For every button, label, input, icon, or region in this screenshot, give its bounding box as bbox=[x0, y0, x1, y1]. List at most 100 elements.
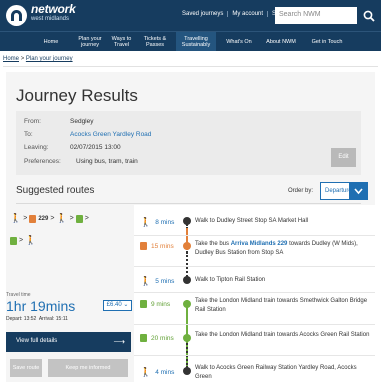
walk-icon: 🚶 bbox=[56, 213, 68, 223]
breadcrumb-current[interactable]: Plan your journey bbox=[26, 56, 73, 62]
nav-travelling-sustainably[interactable]: Travelling Sustainably bbox=[176, 32, 216, 51]
search-icon bbox=[363, 10, 375, 22]
bus-route-link[interactable]: Arriva Midlands 229 bbox=[231, 241, 288, 247]
leg-4-duration: 9 mins bbox=[151, 300, 171, 308]
search-input[interactable]: Search NWM bbox=[275, 7, 357, 24]
page-title: Journey Results bbox=[16, 86, 138, 105]
walk-icon: 🚶 bbox=[140, 217, 152, 227]
leg-2-duration: 15 mins bbox=[151, 242, 174, 250]
depart-label: Depart: bbox=[6, 316, 23, 322]
chevron-right-icon: > bbox=[50, 215, 55, 222]
leaving-value: 02/07/2015 13:00 bbox=[70, 144, 121, 151]
leg-3-stop-dot bbox=[183, 276, 191, 284]
leg-4-instruction: Take the London Midland train towards Sm… bbox=[195, 298, 368, 313]
preferences-value: Using bus, tram, train bbox=[76, 158, 138, 165]
network-logo-icon[interactable] bbox=[6, 5, 27, 26]
leg-2-instruction: Take the bus Arriva Midlands 229 towards… bbox=[195, 240, 373, 258]
keep-me-informed-button[interactable]: Keep me informed bbox=[48, 359, 128, 377]
leg-1-duration: 8 mins bbox=[155, 219, 175, 226]
from-label: From: bbox=[24, 118, 41, 125]
chevron-right-icon: > bbox=[23, 215, 28, 222]
leg-1-mode: 🚶 8 mins bbox=[140, 217, 174, 228]
mode-chain-row-1: 🚶 > 229 > 🚶 > > bbox=[10, 214, 89, 223]
leg-2-stop-dot bbox=[183, 242, 191, 250]
chevron-right-icon: > bbox=[84, 215, 89, 222]
suggested-routes-title: Suggested routes bbox=[16, 185, 95, 196]
preferences-label: Preferences: bbox=[24, 158, 61, 165]
brand-subtitle: west midlands bbox=[31, 16, 70, 22]
leg-4-mode: 9 mins bbox=[140, 300, 170, 308]
order-by-label: Order by: bbox=[288, 188, 314, 194]
fare-value: £6.40 bbox=[106, 302, 122, 308]
view-full-details-button[interactable]: View full details ⟶ bbox=[6, 332, 131, 352]
leg-3-mode: 🚶 5 mins bbox=[140, 276, 174, 287]
from-value: Sedgley bbox=[70, 118, 94, 125]
journey-details-box bbox=[16, 111, 361, 175]
leg-2-text-pre: Take the bus bbox=[195, 241, 231, 247]
leg-divider bbox=[134, 355, 375, 356]
leg-4-stop-dot bbox=[183, 300, 191, 308]
depart-time: 13:52 bbox=[23, 316, 37, 322]
bus-number: 229 bbox=[38, 215, 49, 222]
breadcrumb-separator: > bbox=[20, 56, 25, 62]
nav-home[interactable]: Home bbox=[33, 32, 69, 51]
save-route-button[interactable]: Save route bbox=[10, 359, 42, 377]
bus-icon bbox=[140, 242, 147, 250]
walk-icon: 🚶 bbox=[140, 276, 152, 286]
leg-3-duration: 5 mins bbox=[155, 278, 175, 285]
bus-icon bbox=[29, 214, 37, 223]
nav-get-in-touch[interactable]: Get in Touch bbox=[306, 32, 348, 51]
leg-6-mode: 🚶 4 mins bbox=[140, 367, 174, 378]
leg-divider bbox=[134, 266, 375, 267]
arrow-right-icon: ⟶ bbox=[113, 337, 125, 346]
search-button[interactable] bbox=[357, 3, 381, 29]
walk-connector bbox=[186, 340, 188, 368]
to-value: Acocks Green Yardley Road bbox=[70, 131, 152, 138]
leg-5-duration: 20 mins bbox=[151, 334, 174, 342]
train-icon bbox=[75, 214, 83, 223]
order-by-dropdown-button[interactable] bbox=[349, 182, 368, 200]
leg-5-mode: 20 mins bbox=[140, 334, 174, 342]
nav-ways-to-travel[interactable]: Ways to Travel bbox=[109, 32, 134, 51]
breadcrumb-divider bbox=[3, 66, 378, 67]
to-label: To: bbox=[24, 131, 33, 138]
leg-3-instruction: Walk to Tipton Rail Station bbox=[195, 277, 266, 283]
leg-6-duration: 4 mins bbox=[155, 369, 175, 376]
breadcrumb: Home > Plan your journey bbox=[3, 56, 73, 62]
leg-divider bbox=[134, 292, 375, 293]
main-nav: Home Plan your journey Ways to Travel Ti… bbox=[0, 31, 381, 51]
arrive-label: Arrival: bbox=[38, 316, 55, 322]
saved-journeys-link[interactable]: Saved journeys bbox=[178, 11, 227, 17]
leg-5-instruction: Take the London Midland train towards Ac… bbox=[195, 332, 370, 338]
arrive-time: 15:11 bbox=[55, 316, 68, 322]
nav-about[interactable]: About NWM bbox=[262, 32, 300, 51]
nav-whats-on[interactable]: What's On bbox=[222, 32, 256, 51]
edit-button[interactable]: Edit bbox=[331, 148, 356, 167]
my-account-link[interactable]: My account bbox=[227, 11, 267, 17]
travel-time-value: 1hr 19mins bbox=[6, 298, 76, 314]
brand-name[interactable]: network bbox=[31, 3, 76, 15]
nav-tickets-passes[interactable]: Tickets & Passes bbox=[141, 32, 169, 51]
nav-plan-your-journey[interactable]: Plan your journey bbox=[72, 32, 108, 51]
leg-5-stop-dot bbox=[183, 334, 191, 342]
leg-2-mode: 15 mins bbox=[140, 242, 174, 250]
walk-icon: 🚶 bbox=[140, 367, 152, 377]
chevron-right-icon: > bbox=[19, 237, 24, 244]
leg-1-stop-dot bbox=[183, 217, 191, 225]
chevron-down-icon bbox=[354, 188, 363, 195]
train-icon bbox=[140, 334, 147, 342]
train-icon bbox=[140, 300, 147, 308]
leg-6-instruction: Walk to Acocks Green Railway Station Yar… bbox=[195, 365, 357, 380]
view-full-details-label: View full details bbox=[16, 338, 58, 344]
fare-select[interactable]: £6.40 ⌄ bbox=[103, 300, 132, 311]
leg-divider bbox=[134, 235, 375, 236]
top-bar: network west midlands Saved journeys My a… bbox=[0, 0, 381, 31]
walk-icon: 🚶 bbox=[25, 235, 37, 245]
routes-divider bbox=[16, 203, 361, 204]
leg-1-instruction: Walk to Dudley Street Stop SA Market Hal… bbox=[195, 218, 309, 224]
train-icon bbox=[10, 236, 17, 245]
chevron-down-icon: ⌄ bbox=[123, 302, 129, 308]
breadcrumb-home[interactable]: Home bbox=[3, 56, 19, 62]
leg-divider bbox=[134, 324, 375, 325]
chevron-right-icon: > bbox=[69, 215, 74, 222]
